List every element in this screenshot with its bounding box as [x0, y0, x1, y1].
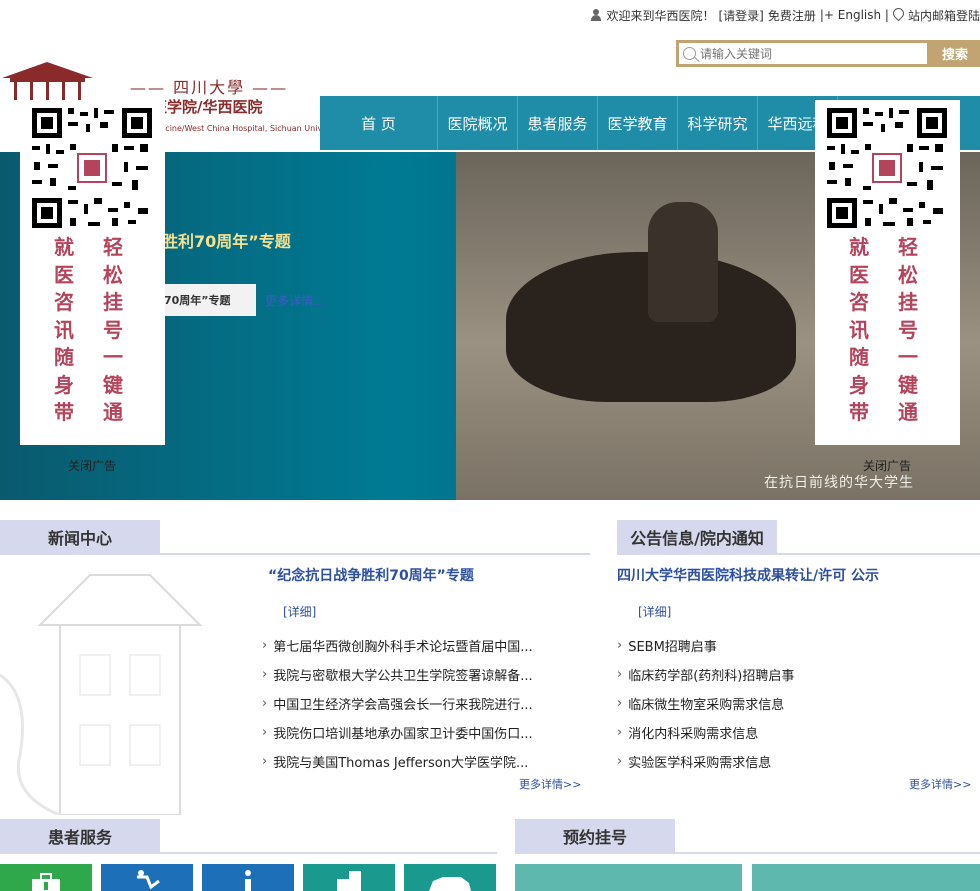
ad-char: 身 [849, 372, 869, 397]
news-item[interactable]: 我院与密歇根大学公共卫生学院签署谅解备... [262, 660, 532, 689]
notice-item[interactable]: 临床微生物室采购需求信息 [617, 689, 794, 718]
notice-list: SEBM招聘启事 临床药学部(药剂科)招聘启事 临床微生物室采购需求信息 消化内… [617, 631, 794, 776]
ad-char: 讯 [54, 317, 74, 342]
news-item[interactable]: 我院与美国Thomas Jefferson大学医学院... [262, 747, 533, 776]
location-pin-icon [893, 8, 904, 23]
ad-char: 轻 [898, 235, 918, 259]
qr-ad-left[interactable]: 就 医 咨 讯 随 身 带 轻 松 挂 号 一 键 通 [20, 100, 165, 445]
wheelchair-icon[interactable] [101, 864, 193, 891]
ad-char: 号 [103, 317, 123, 342]
news-detail-link[interactable]: [详细] [283, 603, 316, 620]
ad-char: 随 [849, 345, 869, 369]
nav-item-home[interactable]: 首 页 [320, 96, 438, 150]
news-center-heading[interactable]: 新闻中心 [0, 520, 160, 554]
hospital-name-cn: 医学院/华西医院 [152, 98, 263, 116]
ad-char: 通 [103, 400, 123, 424]
ad-char: 键 [103, 372, 123, 397]
ad-char: 咨 [849, 290, 869, 314]
university-name: —— 四川大學 —— [130, 78, 289, 97]
ad-char: 就 [54, 235, 74, 259]
ad-char: 身 [54, 372, 74, 397]
ad-char: 通 [898, 400, 918, 424]
search-icon [683, 47, 696, 60]
appointment-tile-2[interactable] [752, 864, 980, 891]
search-bar: 搜索 [676, 40, 980, 67]
nav-item-overview[interactable]: 医院概况 [438, 96, 518, 150]
ad-char: 挂 [103, 290, 123, 314]
news-list: 第七届华西微创胸外科手术论坛暨首届中国... 我院与密歇根大学公共卫生学院签署谅… [262, 631, 533, 776]
banner-more-link[interactable]: 更多详情... [265, 292, 324, 309]
ad-char: 松 [103, 262, 123, 287]
news-feature-link[interactable]: “纪念抗日战争胜利70周年”专题 [268, 565, 474, 585]
notice-item[interactable]: 消化内科采购需求信息 [617, 718, 794, 747]
news-more-link[interactable]: 更多详情>> [519, 776, 581, 792]
notice-item[interactable]: SEBM招聘启事 [617, 631, 794, 660]
notice-heading[interactable]: 公告信息/院内通知 [617, 520, 777, 554]
qr-code-icon [28, 104, 156, 232]
patient-divider [0, 852, 497, 854]
nav-item-patient-services[interactable]: 患者服务 [518, 96, 598, 150]
search-button[interactable]: 搜索 [930, 40, 980, 67]
medical-kit-icon[interactable] [0, 864, 92, 891]
banner-title[interactable]: 胜利70周年”专题 [162, 228, 291, 252]
car-icon[interactable] [404, 864, 496, 891]
notice-feature-link[interactable]: 四川大学华西医院科技成果转让/许可 公示 [617, 565, 879, 585]
ad-char: 讯 [849, 317, 869, 342]
notice-item[interactable]: 临床药学部(药剂科)招聘启事 [617, 660, 794, 689]
ad-char: 随 [54, 345, 74, 369]
news-item[interactable]: 中国卫生经济学会高强会长一行来我院进行... [262, 689, 532, 718]
ad-char: 一 [103, 345, 123, 369]
notice-more-link[interactable]: 更多详情>> [909, 776, 971, 792]
ad-char: 医 [54, 262, 74, 287]
ad-char: 轻 [103, 235, 123, 259]
building-icon[interactable] [303, 864, 395, 891]
ad-char: 一 [898, 345, 918, 369]
news-divider [0, 553, 590, 555]
notice-detail-link[interactable]: [详细] [638, 603, 671, 620]
ad-char: 医 [849, 262, 869, 287]
ad-char: 带 [54, 400, 74, 424]
news-item[interactable]: 第七届华西微创胸外科手术论坛暨首届中国... [262, 631, 532, 660]
ad-slogan-col-1: 就 医 咨 讯 随 身 带 [52, 234, 76, 427]
info-icon[interactable] [202, 864, 294, 891]
qr-code-icon [823, 104, 951, 232]
appointment-divider [515, 852, 980, 854]
ad-char: 松 [898, 262, 918, 287]
nav-item-education[interactable]: 医学教育 [598, 96, 678, 150]
photo-caption: 在抗日前线的华大学生 [764, 475, 914, 491]
ad-slogan-col-2: 轻 松 挂 号 一 键 通 [896, 234, 920, 427]
search-box [676, 40, 930, 67]
ad-char: 带 [849, 400, 869, 424]
top-bar: 欢迎来到华西医院！ [请登录] 免费注册 |+ English | 站内邮箱登陆 [590, 6, 980, 24]
news-item[interactable]: 我院伤口培训基地承办国家卫计委中国伤口... [262, 718, 532, 747]
ad-char: 咨 [54, 290, 74, 314]
building-sketch-watermark [0, 574, 203, 815]
search-input[interactable] [696, 46, 910, 61]
qr-ad-right[interactable]: 就 医 咨 讯 随 身 带 轻 松 挂 号 一 键 通 [815, 100, 960, 445]
close-ad-left-button[interactable]: 关闭广告 [68, 457, 116, 474]
rider-figure [648, 202, 718, 322]
ad-char: 键 [898, 372, 918, 397]
user-icon [590, 9, 602, 21]
ad-char: 就 [849, 235, 869, 259]
gate-emblem-icon [2, 62, 93, 100]
hospital-name-en: dicine/West China Hospital, Sichuan Univ… [158, 124, 345, 133]
ad-slogan-col-2: 轻 松 挂 号 一 键 通 [101, 234, 125, 427]
ad-char: 号 [898, 317, 918, 342]
english-link[interactable]: |+ English | [820, 8, 889, 22]
notice-divider [617, 553, 980, 555]
close-ad-right-button[interactable]: 关闭广告 [863, 457, 911, 474]
ad-char: 挂 [898, 290, 918, 314]
ad-slogan-col-1: 就 医 咨 讯 随 身 带 [847, 234, 871, 427]
banner-tag[interactable]: 70周年”专题 [162, 284, 256, 316]
login-link[interactable]: [请登录] [718, 7, 763, 24]
register-link[interactable]: 免费注册 [768, 7, 816, 24]
welcome-text: 欢迎来到华西医院！ [606, 8, 715, 23]
mail-login-link[interactable]: 站内邮箱登陆 [908, 7, 980, 24]
appointment-heading[interactable]: 预约挂号 [515, 819, 675, 853]
notice-item[interactable]: 实验医学科采购需求信息 [617, 747, 794, 776]
patient-services-heading[interactable]: 患者服务 [0, 819, 160, 853]
appointment-tile-1[interactable] [515, 864, 742, 891]
nav-item-research[interactable]: 科学研究 [678, 96, 758, 150]
